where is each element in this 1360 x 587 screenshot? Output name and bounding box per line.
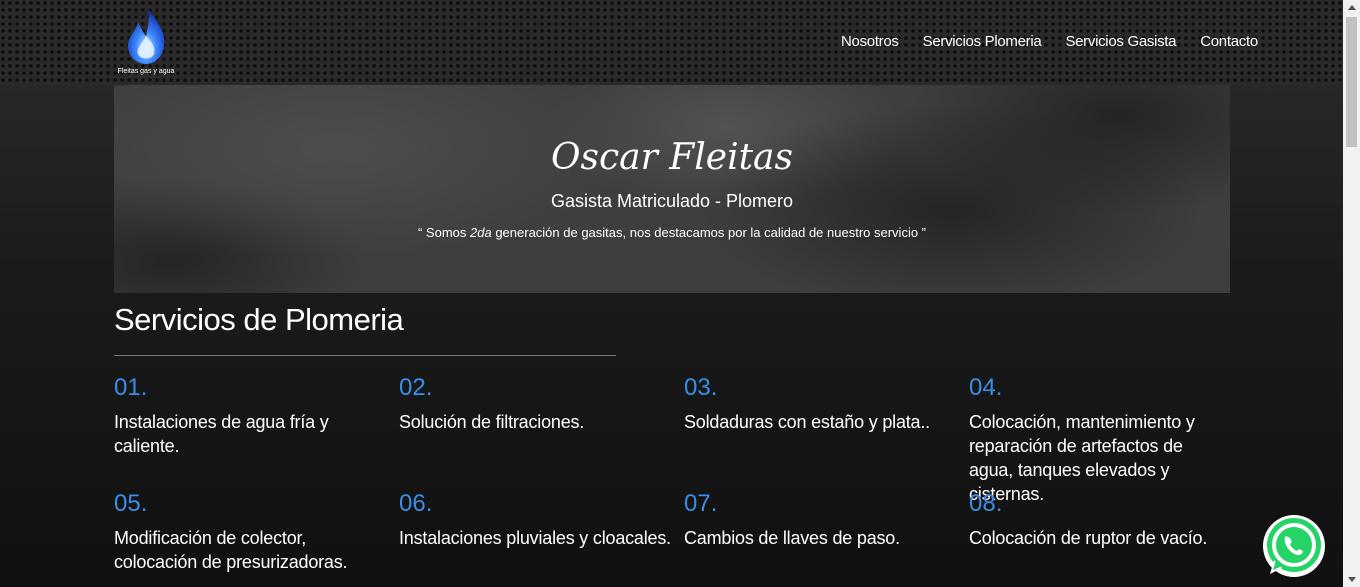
section-divider xyxy=(114,355,616,356)
service-text: Cambios de llaves de paso. xyxy=(684,528,900,548)
flame-icon xyxy=(128,8,165,64)
site-logo[interactable]: Fleitas gas y agua xyxy=(114,6,178,78)
service-item: 06. Instalaciones pluviales y cloacales. xyxy=(399,490,674,550)
service-number: 08. xyxy=(969,490,1003,517)
service-number: 05. xyxy=(114,490,148,517)
scroll-up-arrow-icon[interactable] xyxy=(1348,5,1356,10)
service-number: 02. xyxy=(399,374,433,401)
hero-banner: Oscar Fleitas Gasista Matriculado - Plom… xyxy=(114,85,1230,293)
scroll-down-arrow-icon[interactable] xyxy=(1348,577,1356,582)
whatsapp-icon xyxy=(1263,515,1325,577)
whatsapp-button[interactable] xyxy=(1260,512,1328,580)
main-nav: Nosotros Servicios Plomeria Servicios Ga… xyxy=(829,30,1270,54)
service-number: 07. xyxy=(684,490,718,517)
scrollbar-thumb[interactable] xyxy=(1346,17,1357,147)
service-text: Instalaciones pluviales y cloacales. xyxy=(399,528,671,548)
service-item: 02. Solución de filtraciones. xyxy=(399,374,674,434)
top-navbar: Fleitas gas y agua Nosotros Servicios Pl… xyxy=(0,0,1343,85)
quote-emphasis: 2da xyxy=(470,225,492,240)
hero-title: Oscar Fleitas xyxy=(551,137,793,178)
service-number: 06. xyxy=(399,490,433,517)
service-text: Solución de filtraciones. xyxy=(399,412,585,432)
service-item: 01. Instalaciones de agua fría y calient… xyxy=(114,374,389,458)
service-item: 07. Cambios de llaves de paso. xyxy=(684,490,959,550)
service-number: 04. xyxy=(969,374,1003,401)
nav-servicios-plomeria[interactable]: Servicios Plomeria xyxy=(923,30,1042,54)
nav-servicios-gasista[interactable]: Servicios Gasista xyxy=(1065,30,1176,54)
nav-nosotros[interactable]: Nosotros xyxy=(841,30,899,54)
service-number: 03. xyxy=(684,374,718,401)
service-item: 05. Modificación de colector, colocación… xyxy=(114,490,389,574)
logo-text: Fleitas gas y agua xyxy=(117,68,175,75)
hero-subtitle: Gasista Matriculado - Plomero xyxy=(550,191,794,211)
nav-contacto[interactable]: Contacto xyxy=(1200,30,1258,54)
service-text: Soldaduras con estaño y plata.. xyxy=(684,412,930,432)
service-number: 01. xyxy=(114,374,148,401)
page-scrollbar[interactable] xyxy=(1343,0,1360,587)
hero-quote: “ Somos 2da generación de gasitas, nos d… xyxy=(114,225,1230,240)
service-text: Colocación de ruptor de vacío. xyxy=(969,528,1208,548)
quote-prefix: “ Somos xyxy=(417,225,470,240)
service-item: 03. Soldaduras con estaño y plata.. xyxy=(684,374,959,434)
quote-suffix: generación de gasitas, nos destacamos po… xyxy=(491,225,927,240)
section-title: Servicios de Plomeria xyxy=(114,302,404,337)
service-text: Modificación de colector, colocación de … xyxy=(114,528,348,572)
service-item: 04. Colocación, mantenimiento y reparaci… xyxy=(969,374,1229,506)
service-item: 08. Colocación de ruptor de vacío. xyxy=(969,490,1229,550)
service-text: Instalaciones de agua fría y caliente. xyxy=(114,412,329,456)
